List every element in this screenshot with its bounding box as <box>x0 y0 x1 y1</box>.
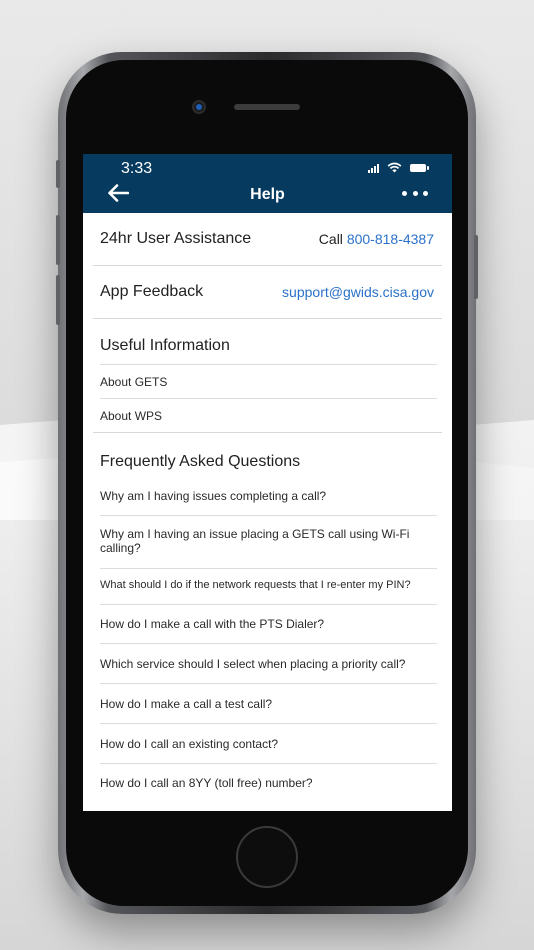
faq-item[interactable]: How do I make a call a test call? <box>100 683 437 723</box>
phone-link[interactable]: 800-818-4387 <box>347 231 434 247</box>
more-options-button[interactable] <box>402 186 428 200</box>
battery-icon <box>410 163 429 172</box>
app-screen: 3:33 Help 24hr User Assistance Call 800-… <box>83 154 452 811</box>
faq-section: Frequently Asked Questions Why am I havi… <box>93 433 442 802</box>
wifi-icon <box>387 162 402 173</box>
useful-info-item-about-wps[interactable]: About WPS <box>100 398 437 432</box>
more-horizontal-icon <box>402 190 407 196</box>
useful-information-title: Useful Information <box>100 337 230 354</box>
page-title: Help <box>250 186 285 203</box>
status-time: 3:33 <box>121 160 153 177</box>
user-assistance-row: 24hr User Assistance Call 800-818-4387 <box>93 213 442 266</box>
useful-info-item-about-gets[interactable]: About GETS <box>100 364 437 398</box>
help-content: 24hr User Assistance Call 800-818-4387 A… <box>83 213 452 802</box>
user-assistance-label: 24hr User Assistance <box>100 230 252 247</box>
faq-item[interactable]: What should I do if the network requests… <box>100 568 437 604</box>
call-prefix: Call <box>318 231 343 247</box>
home-button[interactable] <box>236 826 298 888</box>
mute-switch <box>56 160 60 188</box>
faq-item[interactable]: Which service should I select when placi… <box>100 643 437 683</box>
faq-item[interactable]: Why am I having issues completing a call… <box>100 483 437 515</box>
faq-item[interactable]: Why am I having an issue placing a GETS … <box>100 515 437 568</box>
power-button <box>474 235 478 299</box>
app-feedback-label: App Feedback <box>100 283 204 300</box>
app-feedback-row: App Feedback support@gwids.cisa.gov <box>93 266 442 319</box>
cellular-signal-icon <box>368 163 379 173</box>
front-camera <box>192 100 206 114</box>
volume-down-button <box>56 275 60 325</box>
header-bar: 3:33 Help <box>83 154 452 213</box>
earpiece-speaker <box>234 104 300 110</box>
status-icons <box>368 162 429 173</box>
feedback-email-link[interactable]: support@gwids.cisa.gov <box>282 284 434 300</box>
call-value: Call 800-818-4387 <box>319 231 434 247</box>
faq-item[interactable]: How do I call an existing contact? <box>100 723 437 763</box>
faq-item[interactable]: How do I call an 8YY (toll free) number? <box>100 763 437 802</box>
faq-title: Frequently Asked Questions <box>100 453 301 470</box>
faq-item[interactable]: How do I make a call with the PTS Dialer… <box>100 604 437 643</box>
volume-up-button <box>56 215 60 265</box>
useful-information-section: Useful Information About GETS About WPS <box>93 319 442 433</box>
